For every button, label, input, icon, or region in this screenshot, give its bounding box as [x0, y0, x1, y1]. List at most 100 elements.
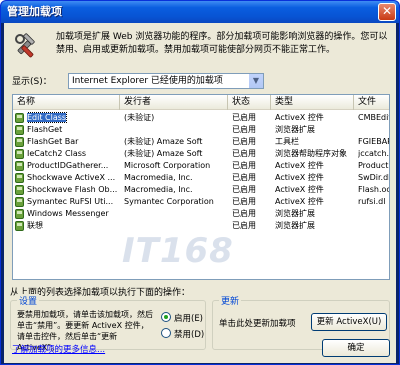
row-file [358, 220, 389, 232]
row-type: ActiveX 控件 [275, 161, 324, 170]
addon-icon [15, 149, 24, 159]
row-name: Windows Messenger [27, 209, 109, 218]
row-name: Shockwave ActiveX ... [27, 173, 116, 182]
row-publisher [124, 208, 227, 220]
row-status: 已启用 [232, 221, 256, 230]
table-row[interactable]: Edit Class (未验证) 已启用 ActiveX 控件 CMBEdit. [13, 112, 389, 124]
list-header: 名称 发行者 状态 类型 文件 [13, 95, 389, 110]
row-status: 已启用 [232, 185, 256, 194]
radio-unselected-icon [161, 328, 171, 338]
row-type: 浏览器扩展 [275, 221, 315, 230]
settings-group-title: 设置 [17, 294, 40, 307]
column-header-type[interactable]: 类型 [271, 95, 354, 110]
column-header-status[interactable]: 状态 [228, 95, 271, 110]
table-row[interactable]: IeCatch2 Class (未验证) Amaze Soft 已启用 浏览器帮… [13, 148, 389, 160]
addon-icon [15, 185, 24, 195]
title-bar[interactable]: 管理加载项 ✕ [1, 1, 399, 23]
row-file: CMBEdit. [358, 113, 389, 122]
row-status: 已启用 [232, 173, 256, 182]
row-status: 已启用 [232, 137, 256, 146]
row-file: SwDir.dl [358, 173, 390, 182]
row-name: ProductIDGatherer... [27, 161, 109, 170]
row-publisher: Symantec Corporation [124, 197, 214, 206]
table-row[interactable]: Shockwave ActiveX ... Macromedia, Inc. 已… [13, 172, 389, 184]
row-status: 已启用 [232, 125, 256, 134]
addon-icon [15, 197, 24, 207]
close-button[interactable]: ✕ [378, 3, 396, 21]
row-type: ActiveX 控件 [275, 185, 324, 194]
addon-icon [15, 221, 24, 231]
row-file: rufsi.dl [358, 197, 386, 206]
disable-radio-label: 禁用(D) [174, 330, 205, 340]
row-type: 工具栏 [275, 137, 299, 146]
radio-selected-icon [161, 312, 171, 322]
window-title: 管理加载项 [7, 5, 62, 18]
table-row[interactable]: ProductIDGatherer... Microsoft Corporati… [13, 160, 389, 172]
addon-icon [15, 125, 24, 135]
table-row[interactable]: Shockwave Flash Ob... Macromedia, Inc. 已… [13, 184, 389, 196]
row-status: 已启用 [232, 197, 256, 206]
addons-list[interactable]: 名称 发行者 状态 类型 文件 Edit Class (未验证) 已启用 Act… [12, 94, 390, 280]
row-type: ActiveX 控件 [275, 197, 324, 206]
row-file [358, 124, 389, 136]
row-name: FlashGet [27, 125, 63, 134]
row-type: 浏览器帮助程序对象 [275, 149, 347, 158]
addon-icon [15, 113, 24, 123]
show-select-value: Internet Explorer 已经使用的加载项 [72, 76, 223, 86]
update-activex-button[interactable]: 更新 ActiveX(U) [311, 313, 387, 331]
row-publisher: Microsoft Corporation [124, 161, 211, 170]
manage-addons-window: 管理加载项 ✕ 加载项是扩展 Web 浏览器功能的程序。部分加载项可能影响浏览器… [0, 0, 400, 365]
row-publisher: (未验证) Amaze Soft [124, 149, 203, 158]
update-group-title: 更新 [219, 294, 242, 307]
row-name: IeCatch2 Class [27, 149, 87, 158]
table-row[interactable]: FlashGet 已启用 浏览器扩展 [13, 124, 389, 136]
table-row[interactable]: 联想 已启用 浏览器扩展 [13, 220, 389, 232]
row-file: Flash.oc [358, 185, 390, 194]
row-publisher: Macromedia, Inc. [124, 185, 193, 194]
row-publisher: Macromedia, Inc. [124, 173, 193, 182]
addon-icon [15, 173, 24, 183]
column-header-publisher[interactable]: 发行者 [120, 95, 228, 110]
addon-icon [15, 137, 24, 147]
column-header-file[interactable]: 文件 [354, 95, 389, 110]
row-status: 已启用 [232, 209, 256, 218]
row-name: FlashGet Bar [27, 137, 79, 146]
row-type: 浏览器扩展 [275, 209, 315, 218]
row-file: ProductI [358, 161, 390, 170]
addon-icon [15, 161, 24, 171]
column-header-name[interactable]: 名称 [13, 95, 120, 110]
row-file [358, 208, 389, 220]
update-description: 单击此处更新加载项 [219, 319, 296, 329]
row-type: 浏览器扩展 [275, 125, 315, 134]
row-status: 已启用 [232, 149, 256, 158]
dialog-body: 加载项是扩展 Web 浏览器功能的程序。部分加载项可能影响浏览器的操作。您可以禁… [4, 23, 396, 363]
table-row[interactable]: Windows Messenger 已启用 浏览器扩展 [13, 208, 389, 220]
row-type: ActiveX 控件 [275, 173, 324, 182]
table-row[interactable]: FlashGet Bar (未验证) Amaze Soft 已启用 工具栏 FG… [13, 136, 389, 148]
row-publisher [124, 124, 227, 136]
learn-more-link[interactable]: 了解加载项的更多信息... [12, 343, 105, 355]
row-publisher: (未验证) Amaze Soft [124, 137, 203, 146]
row-name: Symantec RuFSI Uti... [27, 197, 114, 206]
row-name: Shockwave Flash Ob... [27, 185, 118, 194]
row-status: 已启用 [232, 113, 256, 122]
intro-text: 加载项是扩展 Web 浏览器功能的程序。部分加载项可能影响浏览器的操作。您可以禁… [56, 32, 388, 55]
row-file: FGIEBAR. [358, 137, 389, 146]
show-label: 显示(S)： [12, 77, 52, 87]
show-select[interactable]: Internet Explorer 已经使用的加载项 ▼ [68, 73, 264, 89]
row-publisher: (未验证) [124, 113, 155, 122]
row-type: ActiveX 控件 [275, 113, 324, 122]
chevron-down-icon[interactable]: ▼ [248, 74, 263, 88]
addon-icon [15, 209, 24, 219]
table-row[interactable]: Symantec RuFSI Uti... Symantec Corporati… [13, 196, 389, 208]
row-name: 联想 [27, 221, 43, 230]
disable-radio[interactable]: 禁用(D) [161, 328, 204, 341]
enable-radio[interactable]: 启用(E) [161, 312, 203, 325]
tools-icon [15, 33, 35, 58]
row-publisher [124, 220, 227, 232]
ok-button[interactable]: 确定 [322, 339, 390, 357]
row-name: Edit Class [27, 112, 68, 123]
enable-radio-label: 启用(E) [174, 314, 204, 324]
row-file: jccatch. [358, 149, 390, 158]
row-status: 已启用 [232, 161, 256, 170]
